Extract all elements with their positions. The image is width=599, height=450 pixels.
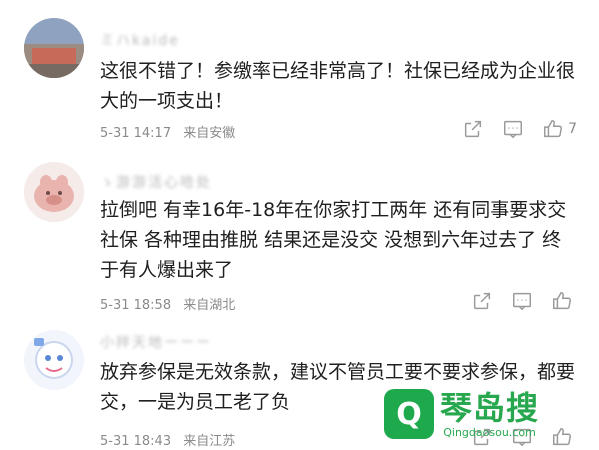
comment-text: 这很不错了！参缴率已经非常高了！社保已经成为企业很大的一项支出！ [100,60,576,112]
username[interactable]: ゝ游游活心哈处 [100,172,280,192]
comment-time: 5-31 18:43 [100,434,172,449]
username[interactable]: 小拌天地ーーー [100,332,270,352]
comment-item: ミハkaide 这很不错了！参缴率已经非常高了！社保已经成为企业很大的一项支出！… [0,0,599,150]
comment-time: 5-31 14:17 [100,126,172,141]
comment-location: 来自江苏 [183,434,236,449]
watermark-logo-icon: Q [384,389,434,439]
like-icon [553,292,571,310]
watermark-url: Qingdaosou.com [443,425,536,439]
like-button[interactable] [551,290,577,312]
comment-time: 5-31 18:58 [100,298,172,313]
like-icon [544,120,563,138]
avatar[interactable] [24,162,84,222]
like-count: 7 [568,121,577,137]
watermark-text: 琴岛搜 Qingdaosou.com [440,390,539,439]
share-icon [473,292,491,310]
share-button[interactable] [462,118,484,140]
comment-meta: 5-31 18:58 来自湖北 [100,294,235,313]
comment-item: ゝ游游活心哈处 拉倒吧 有幸16年-18年在你家打工两年 还有同事要求交社保 各… [0,150,599,320]
reply-button[interactable] [502,118,524,140]
avatar[interactable] [24,18,84,78]
comment-icon [513,292,531,311]
reply-button[interactable] [511,290,533,312]
comment-location: 来自安徽 [183,126,236,141]
comment-text: 拉倒吧 有幸16年-18年在你家打工两年 还有同事要求交社保 各种理由推脱 结果… [100,199,567,281]
comment-location: 来自湖北 [183,298,236,313]
comment-meta: 5-31 14:17 来自安徽 [100,122,235,141]
comment-actions [471,290,577,312]
username[interactable]: ミハkaide [100,30,260,50]
watermark-brand: 琴岛搜 [440,388,540,427]
comment-meta: 5-31 18:43 来自江苏 [100,430,235,449]
comment-icon [504,120,523,139]
like-button[interactable]: 7 [542,118,577,140]
share-icon [465,120,482,138]
watermark: Q 琴岛搜 Qingdaosou.com [384,384,584,444]
share-button[interactable] [471,290,493,312]
avatar[interactable] [24,330,84,390]
comment-actions: 7 [462,118,577,140]
